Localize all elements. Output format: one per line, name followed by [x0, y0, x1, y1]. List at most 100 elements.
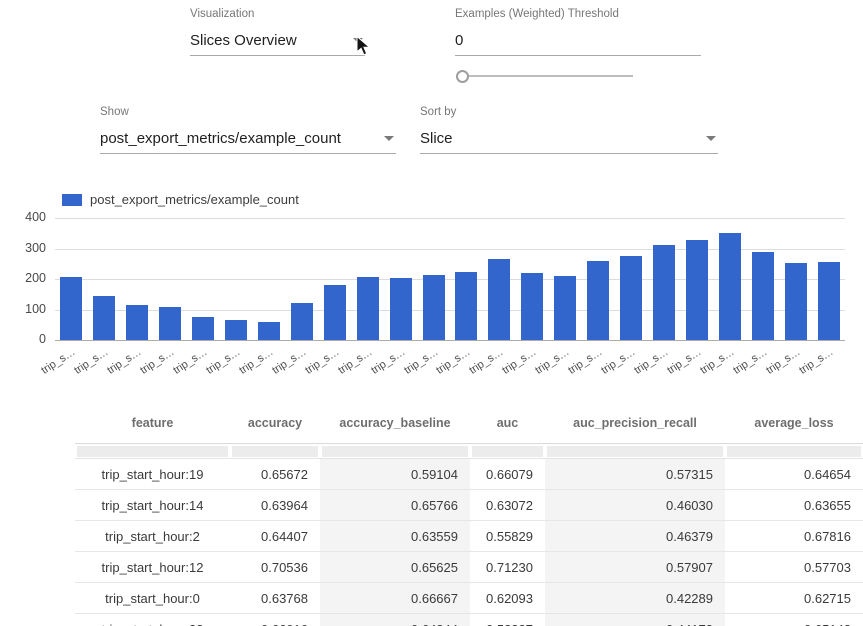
- filter-cell: [320, 444, 470, 459]
- table-row[interactable]: trip_start_hour:230.660160.648440.58337 0…: [75, 614, 863, 626]
- metric-cell: 0.64407: [230, 521, 320, 552]
- metric-cell: 0.64844: [320, 614, 470, 626]
- filter-cell: [725, 444, 863, 459]
- bar[interactable]: [719, 233, 741, 340]
- metric-cell: 0.58337: [470, 614, 545, 626]
- table-row[interactable]: trip_start_hour:120.705360.656250.712300…: [75, 552, 863, 583]
- bar[interactable]: [752, 252, 774, 340]
- bar[interactable]: [225, 320, 247, 340]
- bar[interactable]: [423, 275, 445, 340]
- bar[interactable]: [455, 272, 477, 340]
- column-header[interactable]: feature: [75, 403, 230, 444]
- threshold-label: Examples (Weighted) Threshold: [455, 8, 701, 20]
- bar[interactable]: [159, 307, 181, 340]
- table-row[interactable]: trip_start_hour:140.639640.657660.630720…: [75, 490, 863, 521]
- visualization-label: Visualization: [190, 8, 365, 20]
- table-filter-row: [75, 444, 863, 459]
- bar[interactable]: [818, 262, 840, 340]
- bar[interactable]: [653, 245, 675, 340]
- metric-cell: 0.66667: [320, 583, 470, 614]
- column-filter-input[interactable]: [472, 446, 543, 457]
- table-row[interactable]: trip_start_hour:20.644070.635590.558290.…: [75, 521, 863, 552]
- column-filter-input[interactable]: [322, 446, 468, 457]
- column-filter-input[interactable]: [232, 446, 318, 457]
- metric-cell: 0.66016: [230, 614, 320, 626]
- metric-cell: 0.63768: [230, 583, 320, 614]
- metric-cell: 0.42289: [545, 583, 725, 614]
- bar[interactable]: [521, 273, 543, 340]
- feature-cell: trip_start_hour:12: [75, 552, 230, 583]
- column-filter-input[interactable]: [727, 446, 861, 457]
- column-header[interactable]: auc: [470, 403, 545, 444]
- bar[interactable]: [620, 256, 642, 340]
- bar[interactable]: [357, 277, 379, 340]
- bar[interactable]: [785, 263, 807, 340]
- mouse-cursor: [356, 36, 374, 56]
- metric-cell: 0.66079: [470, 459, 545, 490]
- visualization-control: Visualization Slices Overview: [190, 8, 365, 56]
- metric-cell: 0.59104: [320, 459, 470, 490]
- column-header[interactable]: accuracy_baseline: [320, 403, 470, 444]
- legend-swatch: [62, 194, 82, 206]
- metric-cell: 0.65142: [725, 614, 863, 626]
- metric-cell: 0.64654: [725, 459, 863, 490]
- table-row[interactable]: trip_start_hour:00.637680.666670.620930.…: [75, 583, 863, 614]
- bar[interactable]: [60, 277, 82, 340]
- metric-cell: 0.65672: [230, 459, 320, 490]
- threshold-slider[interactable]: [455, 69, 633, 83]
- threshold-value: 0: [455, 32, 463, 49]
- metric-cell: 0.65625: [320, 552, 470, 583]
- filter-cell: [230, 444, 320, 459]
- gridline: [55, 218, 845, 219]
- feature-cell: trip_start_hour:0: [75, 583, 230, 614]
- y-axis-tick-label: 100: [4, 302, 46, 316]
- feature-cell: trip_start_hour:23: [75, 614, 230, 626]
- bar[interactable]: [554, 276, 576, 340]
- sort-by-value: Slice: [420, 130, 453, 147]
- slider-track[interactable]: [468, 75, 633, 77]
- show-label: Show: [100, 106, 396, 118]
- column-header[interactable]: accuracy: [230, 403, 320, 444]
- filter-cell: [75, 444, 230, 459]
- metric-cell: 0.57703: [725, 552, 863, 583]
- metric-cell: 0.63964: [230, 490, 320, 521]
- bar[interactable]: [258, 322, 280, 340]
- threshold-input[interactable]: 0: [455, 25, 701, 56]
- column-header[interactable]: auc_precision_recall: [545, 403, 725, 444]
- bar[interactable]: [324, 285, 346, 340]
- metric-cell: 0.63559: [320, 521, 470, 552]
- metrics-table: featureaccuracyaccuracy_baselineaucauc_p…: [75, 403, 863, 626]
- bar[interactable]: [291, 303, 313, 340]
- column-filter-input[interactable]: [547, 446, 723, 457]
- metric-cell: 0.70536: [230, 552, 320, 583]
- bar[interactable]: [686, 240, 708, 340]
- filter-cell: [545, 444, 725, 459]
- metric-cell: 0.62093: [470, 583, 545, 614]
- bar[interactable]: [93, 296, 115, 340]
- gridline: [55, 340, 845, 341]
- metric-cell: 0.67816: [725, 521, 863, 552]
- visualization-dropdown[interactable]: Slices Overview: [190, 25, 365, 56]
- metric-cell: 0.62715: [725, 583, 863, 614]
- metric-cell: 0.63655: [725, 490, 863, 521]
- bar[interactable]: [192, 317, 214, 340]
- y-axis-tick-label: 300: [4, 241, 46, 255]
- bar[interactable]: [390, 278, 412, 340]
- show-dropdown[interactable]: post_export_metrics/example_count: [100, 123, 396, 154]
- bar[interactable]: [488, 259, 510, 340]
- sort-by-control: Sort by Slice: [420, 106, 718, 154]
- column-filter-input[interactable]: [77, 446, 228, 457]
- bar[interactable]: [126, 305, 148, 340]
- table-row[interactable]: trip_start_hour:190.656720.591040.660790…: [75, 459, 863, 490]
- sort-by-dropdown[interactable]: Slice: [420, 123, 718, 154]
- show-value: post_export_metrics/example_count: [100, 130, 341, 147]
- feature-cell: trip_start_hour:14: [75, 490, 230, 521]
- slider-knob[interactable]: [456, 70, 469, 83]
- bar[interactable]: [587, 261, 609, 340]
- column-header[interactable]: average_loss: [725, 403, 863, 444]
- dropdown-arrow-icon[interactable]: [384, 136, 394, 141]
- visualization-value: Slices Overview: [190, 32, 297, 49]
- dropdown-arrow-icon[interactable]: [706, 136, 716, 141]
- y-axis-tick-label: 200: [4, 271, 46, 285]
- sort-by-label: Sort by: [420, 106, 718, 118]
